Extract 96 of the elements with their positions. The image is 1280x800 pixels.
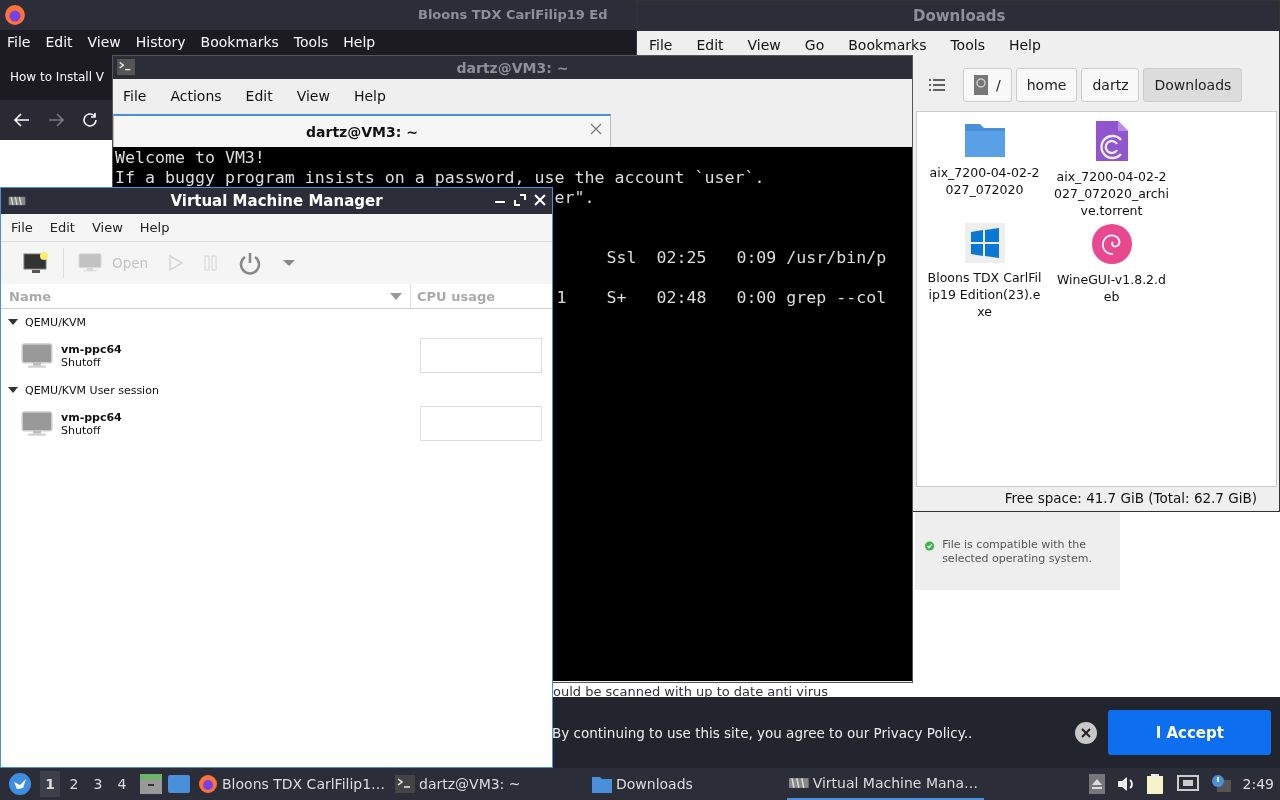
back-icon[interactable]: [14, 113, 30, 127]
workspace-button[interactable]: 2: [64, 771, 84, 797]
connection-name[interactable]: QEMU/KVM: [25, 315, 87, 329]
pause-icon: [204, 255, 219, 271]
path-button[interactable]: home: [1015, 68, 1078, 102]
file-name[interactable]: Bloons TDX CarlFilip19 Edition(23).exe: [926, 269, 1043, 320]
vm-name[interactable]: vm-ppc64: [61, 343, 122, 356]
menu-item[interactable]: Edit: [45, 34, 73, 50]
maximize-icon[interactable]: [514, 194, 526, 206]
menu-item[interactable]: Edit: [245, 87, 273, 104]
file-name[interactable]: WineGUI-v1.8.2.deb: [1053, 271, 1170, 305]
eject-icon[interactable]: [1088, 774, 1105, 794]
terminal-icon: [395, 775, 415, 793]
menu-item[interactable]: View: [91, 220, 123, 235]
terminal-line: Welcome to VM3!: [115, 148, 265, 167]
vm-name[interactable]: vm-ppc64: [61, 411, 122, 424]
close-icon: [1081, 727, 1092, 738]
status-text: Free space: 41.7 GiB (Total: 62.7 GiB): [1004, 490, 1257, 506]
menu-item[interactable]: Edit: [696, 37, 724, 53]
browser-logo-icon: [4, 4, 26, 26]
network-icon[interactable]: [1176, 775, 1199, 793]
clock: 2:49: [1242, 776, 1274, 792]
check-icon: [925, 538, 935, 554]
window-title: Bloons TDX CarlFilip19 Ed: [418, 7, 608, 22]
taskbar-button[interactable]: Bloons TDX CarlFilip1…: [196, 768, 393, 800]
windows-logo-icon: [964, 223, 1005, 263]
close-button[interactable]: [1075, 721, 1098, 744]
sort-icon[interactable]: [390, 292, 402, 300]
menu-item[interactable]: Bookmarks: [848, 37, 927, 53]
menu-item[interactable]: Edit: [49, 220, 75, 235]
terminal-line: er".: [554, 188, 595, 207]
menu-item[interactable]: Help: [139, 220, 170, 235]
menu-item[interactable]: Go: [804, 37, 825, 53]
drive-icon: [974, 75, 988, 95]
menu-item[interactable]: File: [123, 87, 147, 104]
monitor-icon: [21, 411, 53, 437]
menu-item[interactable]: Tools: [293, 34, 329, 50]
vm-manager-icon: [789, 777, 809, 789]
caret-icon: [282, 259, 297, 267]
vm-status: Shutoff: [61, 356, 102, 369]
menu-item[interactable]: Bookmarks: [200, 34, 279, 50]
workspace-button[interactable]: 4: [112, 771, 132, 797]
menu-item[interactable]: History: [135, 34, 186, 50]
torrent-file-icon: [1094, 120, 1129, 162]
vm-manager-icon: [8, 196, 26, 206]
taskbar-button[interactable]: dartz@VM3: ~: [393, 768, 590, 800]
forward-icon[interactable]: [48, 113, 64, 127]
start-menu-icon[interactable]: [8, 772, 32, 796]
menu-item[interactable]: File: [11, 220, 33, 235]
taskbar-button[interactable]: Downloads: [590, 768, 787, 800]
taskbar-button[interactable]: Virtual Machine Mana…: [787, 768, 984, 800]
monitor-icon: [78, 253, 102, 273]
menu-item[interactable]: Actions: [170, 87, 222, 104]
volume-icon[interactable]: [1116, 776, 1135, 792]
connection-name[interactable]: QEMU/KVM User session: [25, 383, 159, 397]
power-icon: [238, 251, 263, 275]
swirl-logo-icon: [1090, 223, 1133, 265]
file-cabinet-icon[interactable]: [140, 774, 162, 794]
browser-tab[interactable]: How to Install V: [10, 70, 104, 84]
workspace-button[interactable]: 1: [40, 771, 60, 797]
menu-item[interactable]: View: [296, 87, 330, 104]
menu-item[interactable]: View: [747, 37, 781, 53]
terminal-tab[interactable]: dartz@VM3: ~: [113, 114, 611, 147]
notification-icon[interactable]: [1210, 774, 1231, 794]
window-title: Virtual Machine Manager: [170, 192, 383, 210]
workspace-button[interactable]: 3: [88, 771, 108, 797]
new-vm-icon: [23, 252, 49, 274]
terminal-line: If a buggy program insists on a password, use the account `user`.: [115, 168, 765, 187]
folder-icon: [592, 775, 612, 793]
list-view-icon[interactable]: [929, 79, 945, 91]
path-button[interactable]: dartz: [1081, 68, 1140, 102]
compatibility-notice: File is compatible with the selected operating system.: [942, 538, 1093, 567]
file-name[interactable]: aix_7200-04-02-2027_072020: [926, 164, 1043, 198]
path-button[interactable]: Downloads: [1143, 68, 1243, 102]
menu-item[interactable]: File: [7, 34, 31, 50]
path-button[interactable]: /: [963, 68, 1012, 102]
reload-icon[interactable]: [82, 112, 98, 128]
menu-item[interactable]: File: [649, 37, 673, 53]
terminal-line: 1 S+ 02:48 0:00 grep --col: [556, 288, 887, 307]
window-title: dartz@VM3: ~: [456, 59, 569, 76]
monitor-icon: [21, 343, 53, 369]
browser-logo-icon: [198, 774, 218, 794]
cookie-notice: By continuing to use this site, you agree to our Privacy Policy..: [552, 724, 973, 741]
menu-item[interactable]: Help: [353, 87, 386, 104]
menu-item[interactable]: View: [87, 34, 121, 50]
menu-item[interactable]: Help: [343, 34, 376, 50]
clipboard-icon[interactable]: [1146, 774, 1165, 794]
window-title: Downloads: [913, 7, 1006, 25]
accept-button[interactable]: I Accept: [1108, 710, 1272, 755]
terminal-icon: [117, 59, 135, 75]
menu-item[interactable]: Tools: [950, 37, 985, 53]
vm-status: Shutoff: [61, 424, 102, 437]
file-name[interactable]: aix_7200-04-02-2027_072020_archive.torrent: [1053, 168, 1170, 219]
play-icon: [168, 254, 185, 272]
menu-item[interactable]: Help: [1008, 37, 1041, 53]
terminal-line: Ssl 02:25 0:09 /usr/bin/p: [606, 248, 887, 267]
